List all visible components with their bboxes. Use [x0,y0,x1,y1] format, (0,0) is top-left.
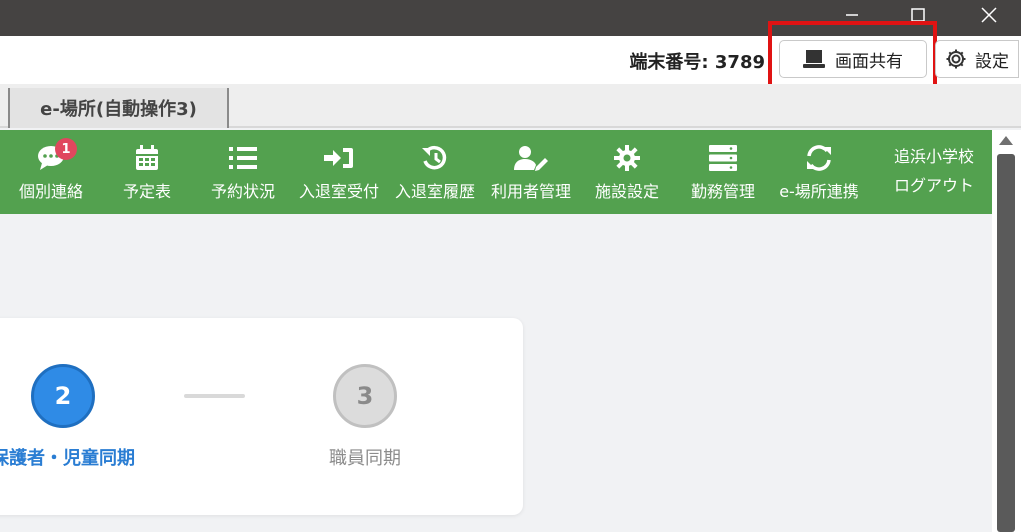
nav-item-schedule[interactable]: 予定表 [116,130,178,214]
step-3-circle: 3 [333,364,397,428]
nav-item-label: e-場所連携 [779,182,859,201]
minimize-icon [846,14,858,16]
step-2-label: 保護者・児童同期 [0,448,135,469]
gear-icon [946,49,966,69]
step-2-circle: 2 [31,364,95,428]
settings-button[interactable]: 設定 [935,40,1019,78]
main-navbar: 1 個別連絡 予定表 予約状況 入退室受付 入退室履歴 利用者管理 施設設定 勤… [0,130,992,214]
step-connector [184,394,245,398]
screen-share-button[interactable]: 画面共有 [779,40,927,78]
nav-item-label: 個別連絡 [18,182,83,201]
notification-badge: 1 [55,138,77,160]
maximize-icon [911,8,925,22]
gear-icon [614,145,640,171]
calendar-icon [136,145,158,170]
tab-strip: e-場所(自動操作3) [0,84,1021,128]
nav-item-messages[interactable]: 1 個別連絡 [12,130,90,214]
step-3-label: 職員同期 [329,448,401,469]
nav-item-label: 入退室履歴 [394,182,475,201]
tab-e-basho[interactable]: e-場所(自動操作3) [8,88,229,128]
logout-link[interactable]: ログアウト [880,171,988,200]
nav-item-history[interactable]: 入退室履歴 [388,130,482,214]
settings-label: 設定 [975,51,1009,72]
nav-item-label: 入退室受付 [298,182,379,201]
school-name: 追浜小学校 [893,147,974,166]
laptop-icon [803,50,825,68]
nav-item-work-management[interactable]: 勤務管理 [684,130,762,214]
nav-item-user-management[interactable]: 利用者管理 [484,130,578,214]
scroll-up-arrow-icon[interactable] [999,136,1013,145]
list-icon [229,147,257,169]
screen-share-label: 画面共有 [835,51,903,72]
nav-item-label: 勤務管理 [690,182,755,201]
sign-in-icon [324,148,353,168]
vertical-scrollbar[interactable] [992,130,1021,532]
nav-item-label: 施設設定 [594,182,659,201]
nav-item-label: 予定表 [122,182,171,201]
user-edit-icon [514,146,548,171]
history-icon [422,145,447,170]
terminal-number: 端末番号: 3789 [629,52,765,73]
close-button[interactable] [966,0,1012,30]
nav-item-label: 利用者管理 [490,182,571,201]
sync-icon [807,145,831,171]
nav-item-e-basho-link[interactable]: e-場所連携 [772,130,866,214]
close-icon [981,7,997,23]
scroll-thumb[interactable] [997,154,1015,532]
nav-item-reservations[interactable]: 予約状況 [204,130,282,214]
school-info: 追浜小学校 ログアウト [880,142,988,200]
nav-item-checkin[interactable]: 入退室受付 [292,130,386,214]
nav-item-label: 予約状況 [210,182,275,201]
nav-item-facility-settings[interactable]: 施設設定 [588,130,666,214]
server-icon [709,145,737,171]
sync-steps-card: 2 3 保護者・児童同期 職員同期 [0,318,523,515]
